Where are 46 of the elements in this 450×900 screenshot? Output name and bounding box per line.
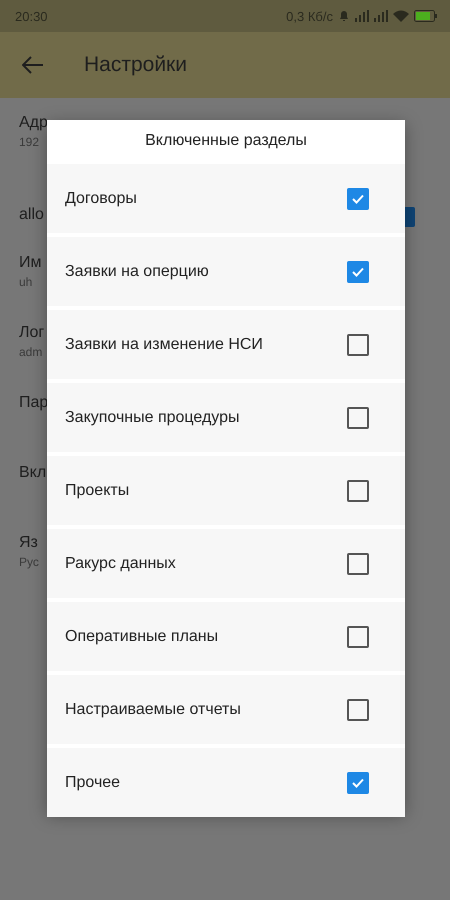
option-label: Договоры — [65, 190, 137, 208]
option-label: Проекты — [65, 482, 130, 500]
option-row[interactable]: Договоры — [47, 164, 405, 233]
bell-icon — [338, 10, 350, 22]
option-label: Ракурс данных — [65, 554, 176, 572]
setting-title: Вкл — [19, 464, 46, 482]
option-row[interactable]: Оперативные планы — [47, 602, 405, 671]
option-row[interactable]: Заявки на оперцию — [47, 237, 405, 306]
setting-value: adm — [19, 345, 42, 359]
checkbox[interactable] — [347, 480, 369, 502]
signal-icon — [355, 10, 369, 22]
option-label: Заявки на оперцию — [65, 262, 209, 280]
battery-icon — [414, 10, 438, 22]
option-row[interactable]: Проекты — [47, 456, 405, 525]
option-row[interactable]: Настраиваемые отчеты — [47, 675, 405, 744]
option-label: Оперативные планы — [65, 628, 218, 646]
option-row[interactable]: Заявки на изменение НСИ — [47, 310, 405, 379]
checkbox[interactable] — [347, 626, 369, 648]
setting-title: Яз — [19, 534, 38, 552]
setting-value: 192 — [19, 135, 40, 149]
wifi-icon — [393, 10, 409, 22]
setting-value: uh — [19, 275, 32, 289]
option-row[interactable]: Ракурс данных — [47, 529, 405, 598]
setting-value: Рус — [19, 555, 39, 569]
checkbox[interactable] — [347, 260, 369, 282]
checkbox[interactable] — [347, 334, 369, 356]
screen-title: Настройки — [84, 53, 187, 77]
option-row[interactable]: Прочее — [47, 748, 405, 817]
setting-title: Пар — [19, 394, 48, 412]
checkbox[interactable] — [347, 698, 369, 720]
checkbox[interactable] — [347, 406, 369, 428]
checkbox[interactable] — [347, 552, 369, 574]
setting-title: Лог — [19, 324, 44, 342]
dialog-title: Включенные разделы — [144, 131, 308, 151]
signal-icon — [374, 10, 388, 22]
checkbox[interactable] — [347, 772, 369, 794]
setting-title: Адр — [19, 114, 48, 132]
option-label: Заявки на изменение НСИ — [65, 336, 263, 354]
checkbox[interactable] — [347, 188, 369, 210]
setting-title: allo — [19, 206, 44, 224]
option-row[interactable]: Закупочные процедуры — [47, 383, 405, 452]
option-label: Закупочные процедуры — [65, 408, 240, 426]
option-label: Настраиваемые отчеты — [65, 700, 241, 718]
setting-title: Им — [19, 254, 42, 272]
option-label: Прочее — [65, 774, 120, 792]
back-arrow-icon[interactable] — [22, 56, 44, 74]
